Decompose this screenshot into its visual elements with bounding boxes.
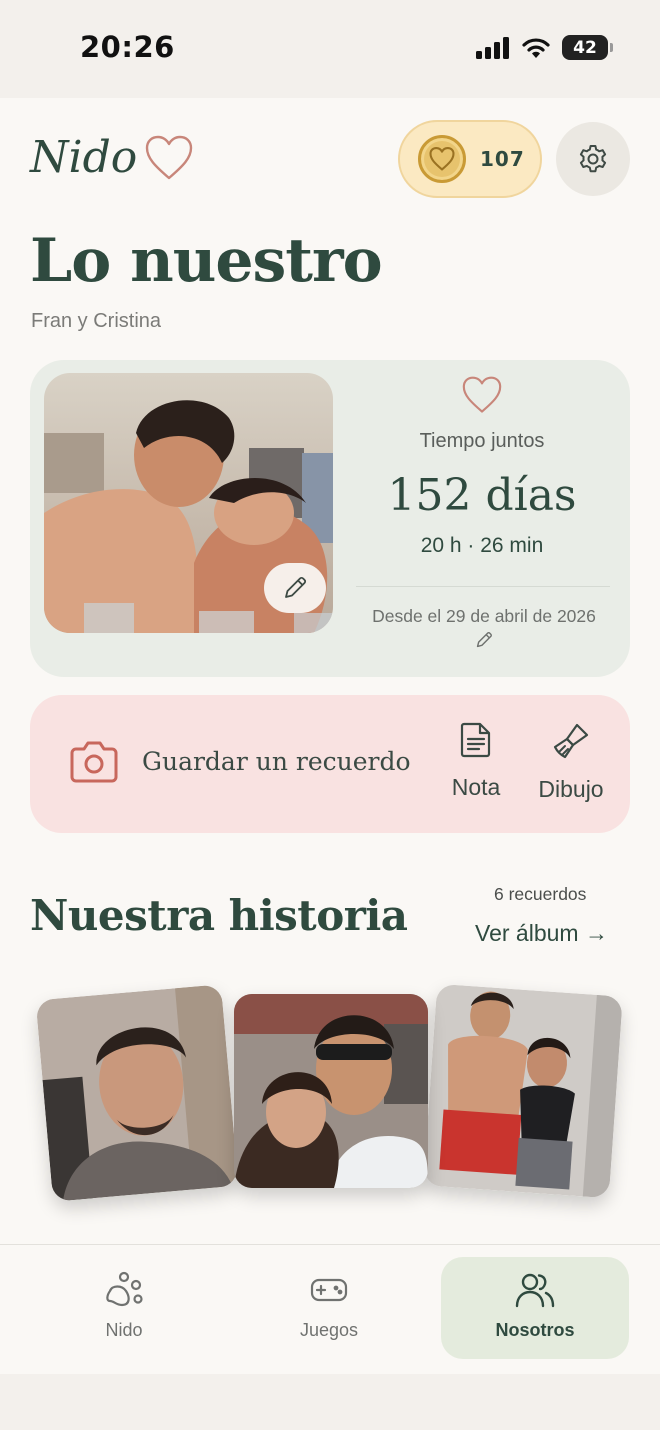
couple-photo[interactable] (44, 373, 333, 633)
note-label: Nota (451, 774, 501, 800)
draw-label: Dibujo (538, 776, 604, 802)
status-icons: 42 (476, 35, 613, 60)
wifi-icon (522, 37, 550, 58)
edit-photo-button[interactable] (264, 563, 326, 613)
memory-photo-image (423, 983, 623, 1199)
tab-nosotros-label: Nosotros (495, 1320, 575, 1340)
coins-count: 107 (480, 147, 525, 171)
camera-icon[interactable] (68, 739, 120, 785)
tab-bar: Nido Juegos Nosotros (0, 1244, 660, 1374)
logo-text: Nido (30, 132, 138, 183)
couple-names: Fran y Cristina (31, 310, 162, 332)
view-album-link[interactable]: Ver álbum → (475, 920, 608, 947)
gamepad-icon (310, 1278, 348, 1302)
since-date[interactable]: Desde el 29 de abril de 2026 (366, 604, 602, 654)
coins-button[interactable]: 107 (398, 120, 542, 198)
tab-juegos[interactable]: Juegos (235, 1257, 423, 1359)
memory-photo-image (234, 994, 428, 1188)
brush-icon (553, 723, 589, 759)
app-screen: Nido 107 Lo nuestro Fran y Cristina Tiem… (0, 98, 660, 1374)
note-button[interactable]: Nota (440, 721, 512, 801)
time-together-label: Tiempo juntos (419, 430, 545, 452)
memory-photo[interactable] (35, 984, 239, 1202)
tab-juegos-label: Juegos (299, 1320, 359, 1340)
tab-nosotros[interactable]: Nosotros (441, 1257, 629, 1359)
heart-icon (146, 135, 193, 179)
save-memory-button[interactable]: Guardar un recuerdo (142, 747, 411, 776)
save-memory-card: Guardar un recuerdo Nota Dibujo (30, 695, 630, 833)
hours-minutes: 20 h · 26 min (420, 534, 544, 557)
battery-indicator: 42 (562, 35, 613, 60)
page-title: Lo nuestro (30, 226, 383, 296)
document-icon (460, 722, 491, 758)
edit-date-icon[interactable] (474, 630, 494, 650)
status-bar: 20:26 42 (0, 0, 660, 98)
memory-photo[interactable] (234, 994, 428, 1188)
paw-icon (106, 1271, 143, 1307)
heart-outline-icon (462, 376, 502, 413)
draw-button[interactable]: Dibujo (530, 721, 612, 803)
signal-icon (476, 36, 509, 59)
users-icon (515, 1273, 555, 1308)
since-date-text: Desde el 29 de abril de 2026 (372, 606, 596, 626)
heart-coin-icon (418, 135, 466, 183)
tab-nido[interactable]: Nido (30, 1257, 218, 1359)
battery-level: 42 (573, 37, 597, 58)
memory-photo[interactable] (423, 983, 623, 1199)
app-logo: Nido (30, 132, 193, 183)
status-time: 20:26 (80, 30, 175, 64)
time-together-card: Tiempo juntos 152 días 20 h · 26 min Des… (30, 360, 630, 677)
history-title: Nuestra historia (30, 891, 408, 940)
pencil-icon (285, 576, 307, 598)
home-indicator-area (0, 1374, 660, 1430)
settings-button[interactable] (556, 122, 630, 196)
tab-nido-label: Nido (105, 1320, 143, 1340)
gear-icon (579, 145, 607, 173)
days-count: 152 días (387, 470, 577, 521)
memories-count: 6 recuerdos (494, 884, 587, 904)
memory-photo-image (35, 984, 239, 1202)
divider (356, 586, 610, 587)
